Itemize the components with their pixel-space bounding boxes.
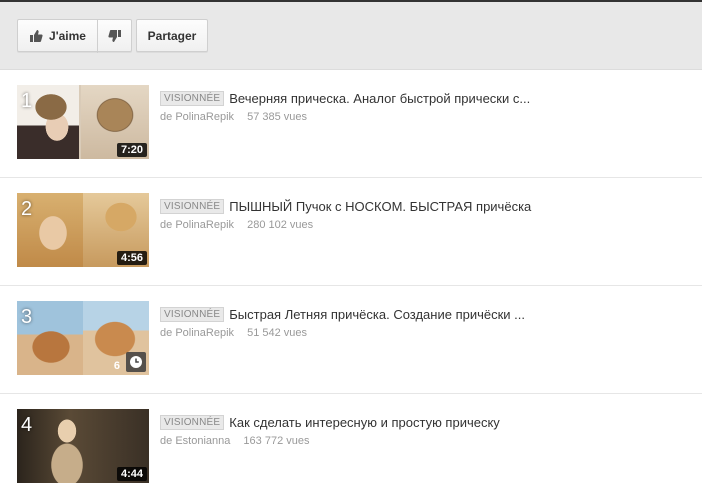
by-label: de <box>160 219 173 231</box>
playlist-item[interactable]: 2 4:56 VISIONNÉE ПЫШНЫЙ Пучок с НОСКОМ. … <box>0 178 702 286</box>
watched-badge: VISIONNÉE <box>160 198 225 214</box>
channel-name[interactable]: PolinaRepik <box>175 327 234 339</box>
video-thumbnail[interactable]: 4 4:44 <box>17 409 149 483</box>
video-title[interactable]: Вечерняя прическа. Аналог быстрой причес… <box>229 91 530 106</box>
like-button[interactable]: J'aime <box>17 19 98 52</box>
view-count: 280 102 vues <box>247 219 314 231</box>
playlist: 1 7:20 VISIONNÉE Вечерняя прическа. Анал… <box>0 70 702 502</box>
playlist-index: 4 <box>21 414 33 436</box>
view-count: 57 385 vues <box>247 111 308 123</box>
share-label: Partager <box>147 28 197 43</box>
channel-name[interactable]: Estonianna <box>175 435 230 447</box>
playlist-item[interactable]: 1 7:20 VISIONNÉE Вечерняя прическа. Анал… <box>0 70 702 178</box>
channel-name[interactable]: PolinaRepik <box>175 111 234 123</box>
video-title[interactable]: Быстрая Летняя причёска. Создание причёс… <box>229 307 525 322</box>
video-thumbnail[interactable]: 2 4:56 <box>17 193 149 267</box>
video-duration: 7:20 <box>116 143 147 157</box>
video-thumbnail[interactable]: 3 6 <box>17 301 149 375</box>
view-count: 51 542 vues <box>247 327 308 339</box>
video-duration: 4:44 <box>116 467 147 481</box>
watched-badge: VISIONNÉE <box>160 90 225 106</box>
playlist-index: 3 <box>21 306 33 328</box>
by-label: de <box>160 435 173 447</box>
watched-badge: VISIONNÉE <box>160 414 225 430</box>
by-label: de <box>160 327 173 339</box>
video-duration: 6 <box>113 360 120 372</box>
playlist-item[interactable]: 4 4:44 VISIONNÉE Как сделать интересную … <box>0 394 702 502</box>
dislike-button[interactable] <box>97 19 132 52</box>
like-label: J'aime <box>49 28 86 43</box>
playlist-index: 2 <box>21 198 33 220</box>
video-title[interactable]: Как сделать интересную и простую прическ… <box>229 415 500 430</box>
clock-icon[interactable] <box>126 352 146 372</box>
action-bar: J'aime Partager <box>0 0 702 70</box>
video-title[interactable]: ПЫШНЫЙ Пучок с НОСКОМ. БЫСТРАЯ причёска <box>229 199 531 214</box>
thumbs-up-icon <box>29 29 49 43</box>
playlist-item[interactable]: 3 6 VISIONNÉE Быстрая Летняя причёска. С… <box>0 286 702 394</box>
view-count: 163 772 vues <box>243 435 310 447</box>
watched-badge: VISIONNÉE <box>160 306 225 322</box>
video-thumbnail[interactable]: 1 7:20 <box>17 85 149 159</box>
thumbs-down-icon <box>107 29 122 43</box>
by-label: de <box>160 111 173 123</box>
playlist-index: 1 <box>21 90 33 112</box>
video-duration: 4:56 <box>116 251 147 265</box>
share-button[interactable]: Partager <box>136 19 208 52</box>
channel-name[interactable]: PolinaRepik <box>175 219 234 231</box>
